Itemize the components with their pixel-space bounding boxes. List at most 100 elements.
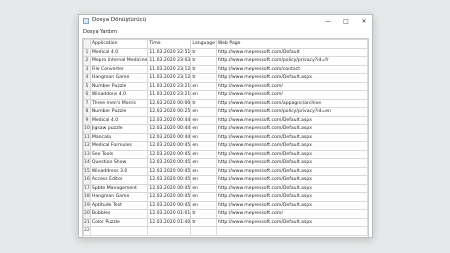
cell-web-page[interactable]: http://www.mepressoft.com/Default.aspx (215, 149, 368, 159)
row-number[interactable]: 3 (83, 64, 91, 74)
cell-application[interactable]: Medical 4.0 (89, 47, 149, 57)
menu-yardim[interactable]: Yardım (100, 29, 117, 35)
cell-application[interactable]: Bubbles (89, 209, 149, 219)
row-number[interactable]: 2 (83, 56, 91, 66)
cell-time[interactable]: 11.03.2020 23:21 (147, 81, 192, 91)
cell-time[interactable]: 12.03.2020 00:44 (147, 124, 192, 134)
cell-web-page[interactable]: http://www.mepressoft.com/policy/privacy… (215, 107, 368, 117)
cell-application[interactable]: Question Show (89, 158, 149, 168)
cell-web-page[interactable]: http://www.mepressoft.com/Default.aspx (215, 166, 368, 176)
cell-language[interactable]: en (190, 183, 217, 193)
table-row[interactable]: 5 Number Puzzle 11.03.2020 23:21 en http://w… (83, 81, 368, 91)
table-row[interactable]: 14 Question Show 12.03.2020 00:45 en http://… (83, 158, 368, 168)
row-number[interactable]: 7 (83, 98, 91, 108)
table-row[interactable]: 19 Aptitude Test 12.03.2020 00:45 en http://… (83, 200, 368, 210)
row-number[interactable]: 20 (83, 209, 91, 219)
cell-language[interactable]: en (190, 141, 217, 151)
data-grid[interactable]: Application Time Language Web Page 1 Medi… (82, 38, 369, 237)
cell-time[interactable]: 12.03.2020 00:44 (147, 115, 192, 125)
cell-application[interactable]: Medical 4.0 (89, 115, 149, 125)
cell-application[interactable]: Mepro Internal Medicine (89, 56, 149, 66)
cell-time[interactable]: 12.03.2020 00:45 (147, 192, 192, 202)
table-row[interactable]: 20 Bubbles 12.03.2020 01:01 tr http://www.me… (83, 209, 368, 219)
row-number[interactable]: 15 (83, 166, 91, 176)
row-number[interactable]: 18 (83, 192, 91, 202)
cell-application[interactable]: Winaddress 3.0 (89, 166, 149, 176)
table-row[interactable]: 21 Color Puzzle 12.03.2020 01:40 tr http://w… (83, 217, 368, 227)
cell-time[interactable]: 12.03.2020 00:45 (147, 183, 192, 193)
cell-language[interactable]: en (190, 175, 217, 185)
cell-language[interactable]: en (190, 192, 217, 202)
cell-time[interactable]: 11.03.2020 23:21 (147, 90, 192, 100)
cell-language[interactable]: tr (190, 209, 217, 219)
table-row[interactable]: 10 Jigsaw puzzle 12.03.2020 00:44 en http://… (83, 124, 368, 134)
table-row[interactable]: 3 File Converter 11.03.2020 23:12 tr http://… (83, 64, 368, 74)
cell-language[interactable]: en (190, 132, 217, 142)
row-number[interactable]: 11 (83, 132, 91, 142)
row-number[interactable]: 14 (83, 158, 91, 168)
cell-language[interactable]: en (190, 124, 217, 134)
cell-language[interactable]: en (190, 166, 217, 176)
empty-cell[interactable] (215, 226, 368, 236)
table-row[interactable]: 15 Winaddress 3.0 12.03.2020 00:45 en http:/… (83, 166, 368, 176)
menu-dosya[interactable]: Dosya (83, 29, 99, 35)
cell-language[interactable]: tr (190, 98, 217, 108)
cell-web-page[interactable]: http://www.mepressoft.com/Default.aspx (215, 183, 368, 193)
table-row[interactable]: 17 Spbte Management 12.03.2020 00:45 en http… (83, 183, 368, 193)
cell-time[interactable]: 12.03.2020 00:45 (147, 141, 192, 151)
cell-time[interactable]: 12.03.2020 00:45 (147, 149, 192, 159)
cell-web-page[interactable]: http://www.mepressoft.com/Default.aspx (215, 175, 368, 185)
cell-time[interactable]: 11.03.2020 23:12 (147, 64, 192, 74)
column-header-language[interactable]: Language (190, 39, 217, 49)
row-number[interactable]: 19 (83, 200, 91, 210)
cell-application[interactable]: Jigsaw puzzle (89, 124, 149, 134)
cell-application[interactable]: Aptitude Test (89, 200, 149, 210)
cell-time[interactable]: 11.03.2020 22:51 (147, 47, 192, 57)
column-header-application[interactable]: Application (89, 39, 149, 49)
cell-language[interactable]: en (190, 81, 217, 91)
cell-application[interactable]: File Converter (89, 64, 149, 74)
minimize-icon[interactable]: — (319, 15, 337, 28)
table-row[interactable]: 9 Medical 4.0 12.03.2020 00:44 en http://www… (83, 115, 368, 125)
empty-cell[interactable] (190, 226, 217, 236)
cell-time[interactable]: 12.03.2020 00:45 (147, 175, 192, 185)
row-number[interactable]: 10 (83, 124, 91, 134)
row-number[interactable]: 5 (83, 81, 91, 91)
cell-time[interactable]: 12.03.2020 00:45 (147, 166, 192, 176)
table-row[interactable]: 2 Mepro Internal Medicine 11.03.2020 23:03… (83, 56, 368, 66)
cell-application[interactable]: Hangman Game (89, 192, 149, 202)
row-number[interactable]: 8 (83, 107, 91, 117)
cell-web-page[interactable]: http://www.mepressoft.com/contact (215, 64, 368, 74)
row-number[interactable]: 4 (83, 73, 91, 83)
cell-time[interactable]: 11.03.2020 23:03 (147, 56, 192, 66)
cell-time[interactable]: 11.03.2020 23:12 (147, 73, 192, 83)
cell-application[interactable]: Seo Tools (89, 149, 149, 159)
cell-web-page[interactable]: http://www.mepressoft.com/Default (215, 47, 368, 57)
cell-application[interactable]: Number Puzzle (89, 107, 149, 117)
table-row[interactable]: 16 Access Editor 12.03.2020 00:45 en http://… (83, 175, 368, 185)
column-header-time[interactable]: Time (147, 39, 192, 49)
cell-web-page[interactable]: http://www.mepressoft.com/Default.aspx (215, 73, 368, 83)
cell-language[interactable]: tr (190, 73, 217, 83)
table-row[interactable]: 1 Medical 4.0 11.03.2020 22:51 tr http://www… (83, 47, 368, 57)
cell-application[interactable]: Medical Formules (89, 141, 149, 151)
cell-language[interactable]: en (190, 149, 217, 159)
row-number[interactable]: 6 (83, 90, 91, 100)
row-number[interactable]: 12 (83, 141, 91, 151)
table-row[interactable]: 12 Medical Formules 12.03.2020 00:45 en http… (83, 141, 368, 151)
row-number[interactable]: 13 (83, 149, 91, 159)
row-number[interactable]: 16 (83, 175, 91, 185)
table-row[interactable]: 13 Seo Tools 12.03.2020 00:45 en http://www.… (83, 149, 368, 159)
cell-time[interactable]: 12.03.2020 00:45 (147, 158, 192, 168)
cell-language[interactable]: en (190, 200, 217, 210)
cell-time[interactable]: 12.03.2020 00:44 (147, 132, 192, 142)
row-number[interactable]: 9 (83, 115, 91, 125)
cell-web-page[interactable]: http://www.mepressoft.com/ (215, 209, 368, 219)
cell-application[interactable]: Spbte Management (89, 183, 149, 193)
cell-web-page[interactable]: http://www.mepressoft.com/Default.aspx (215, 141, 368, 151)
cell-application[interactable]: Hangman Game (89, 73, 149, 83)
cell-web-page[interactable]: http://www.mepressoft.com/Default.aspx (215, 192, 368, 202)
cell-web-page[interactable]: http://www.mepressoft.com/policy/privacy… (215, 56, 368, 66)
cell-application[interactable]: Color Puzzle (89, 217, 149, 227)
table-row[interactable]: 11 Mancala 12.03.2020 00:44 en http://www.me… (83, 132, 368, 142)
